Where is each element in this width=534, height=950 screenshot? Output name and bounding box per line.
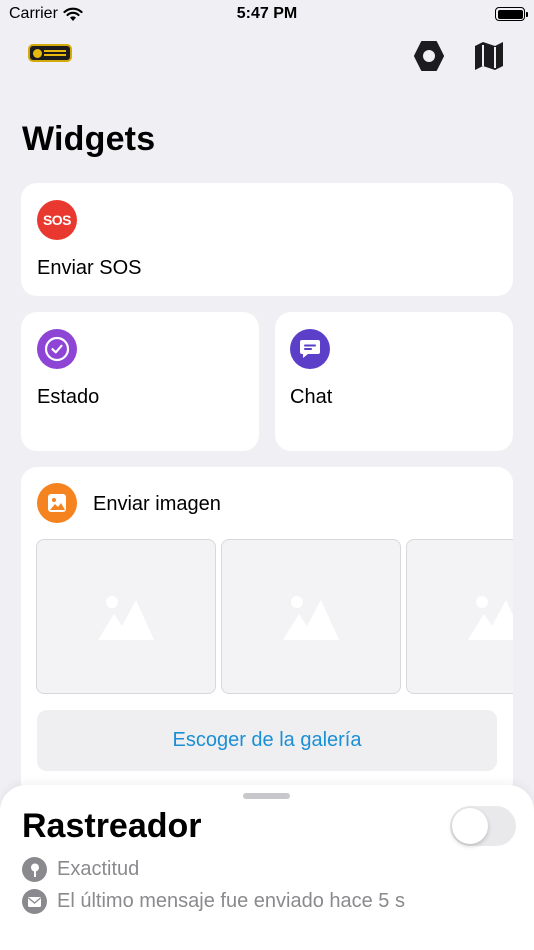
battery-icon (495, 7, 528, 21)
location-pin-icon (22, 857, 47, 882)
estado-widget[interactable]: Estado (21, 312, 259, 451)
image-placeholder-icon (283, 595, 339, 640)
sos-badge: SOS (42, 212, 72, 228)
last-message-row: El último mensaje fue enviado hace 5 s (22, 889, 405, 914)
tracker-sheet: Rastreador Exactitud El último mensaje f… (0, 785, 534, 950)
image-thumbnail[interactable] (36, 539, 216, 694)
sos-icon: SOS (37, 200, 77, 240)
sos-label: Enviar SOS (37, 257, 142, 279)
image-placeholder-icon (98, 595, 154, 640)
gear-icon (414, 41, 444, 71)
sheet-grabber[interactable] (243, 793, 290, 799)
image-thumbnail[interactable] (221, 539, 401, 694)
status-bar: Carrier 5:47 PM (0, 0, 534, 28)
envelope-icon (22, 889, 47, 914)
last-message-label: El último mensaje fue enviado hace 5 s (57, 890, 405, 912)
image-thumbnail[interactable] (406, 539, 513, 694)
choose-from-gallery-button[interactable]: Escoger de la galería (37, 710, 497, 771)
map-button[interactable] (471, 38, 507, 74)
chat-widget[interactable]: Chat (275, 312, 513, 451)
estado-label: Estado (37, 386, 100, 408)
page-title: Widgets (22, 120, 156, 158)
app-logo (28, 44, 72, 62)
image-placeholder-icon (468, 595, 513, 640)
map-icon (475, 42, 503, 70)
accuracy-row: Exactitud (22, 857, 139, 882)
tracker-title: Rastreador (22, 807, 202, 845)
tracker-toggle[interactable] (450, 806, 516, 846)
sos-widget[interactable]: SOS Enviar SOS (21, 183, 513, 296)
status-time: 5:47 PM (236, 5, 298, 22)
chat-label: Chat (290, 386, 333, 408)
chat-bubble-icon (290, 329, 330, 369)
settings-button[interactable] (411, 38, 447, 74)
accuracy-label: Exactitud (57, 858, 140, 880)
check-circle-icon (37, 329, 77, 369)
